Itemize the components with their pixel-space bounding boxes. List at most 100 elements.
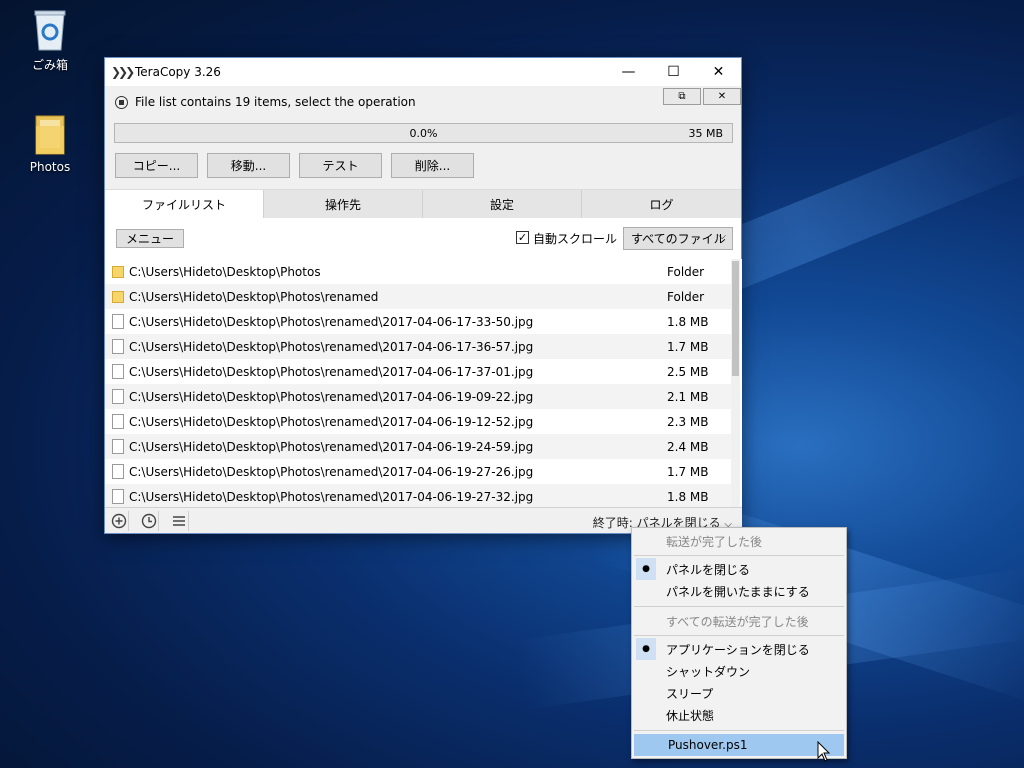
progress-size: 35 MB	[688, 127, 723, 140]
desktop-icon-photos-folder[interactable]: Photos	[12, 112, 88, 174]
folder-icon	[112, 266, 124, 278]
menu-separator	[634, 635, 844, 636]
file-size: 2.5 MB	[667, 364, 709, 379]
status-row: File list contains 19 items, select the …	[105, 86, 741, 118]
tab-log[interactable]: ログ	[582, 190, 741, 218]
folder-icon	[112, 291, 124, 303]
close-button[interactable]: ✕	[696, 58, 741, 86]
file-size: 2.1 MB	[667, 389, 709, 404]
menu-button[interactable]: メニュー	[116, 229, 184, 248]
file-list-row[interactable]: C:\Users\Hideto\Desktop\Photos\renamed\2…	[105, 384, 733, 409]
file-path: C:\Users\Hideto\Desktop\Photos\renamed\2…	[129, 339, 534, 354]
file-path: C:\Users\Hideto\Desktop\Photos\renamed\2…	[129, 314, 534, 329]
file-icon	[112, 414, 124, 429]
file-list-row[interactable]: C:\Users\Hideto\Desktop\Photos Folder	[105, 259, 733, 284]
menu-item-shutdown[interactable]: シャットダウン	[632, 660, 846, 682]
menu-item-hibernate[interactable]: 休止状態	[632, 704, 846, 726]
file-list-row[interactable]: C:\Users\Hideto\Desktop\Photos\renamed\2…	[105, 434, 733, 459]
list-view-icon[interactable]	[169, 511, 189, 531]
file-size: 1.7 MB	[667, 464, 709, 479]
minimize-button[interactable]: —	[606, 58, 651, 86]
radio-bullet-icon: ●	[636, 638, 656, 660]
recycle-bin-icon	[32, 8, 68, 52]
file-icon	[112, 339, 124, 354]
file-list-row[interactable]: C:\Users\Hideto\Desktop\Photos\renamed\2…	[105, 359, 733, 384]
file-path: C:\Users\Hideto\Desktop\Photos	[129, 264, 321, 279]
teracopy-logo-icon: ❯❯❯	[111, 65, 135, 79]
tab-bar: ファイルリスト 操作先 設定 ログ	[105, 190, 741, 218]
file-icon	[112, 364, 124, 379]
close-panel-button[interactable]: ✕	[703, 88, 741, 105]
desktop-icon-recycle-bin[interactable]: ごみ箱	[12, 8, 88, 73]
file-path: C:\Users\Hideto\Desktop\Photos\renamed\2…	[129, 389, 534, 404]
add-files-icon[interactable]	[109, 511, 129, 531]
file-icon	[112, 489, 124, 504]
file-list-row[interactable]: C:\Users\Hideto\Desktop\Photos\renamed Fo…	[105, 284, 733, 309]
file-list-row[interactable]: C:\Users\Hideto\Desktop\Photos\renamed\2…	[105, 409, 733, 434]
file-filter-value: すべてのファイル	[631, 232, 726, 246]
history-clock-icon[interactable]	[139, 511, 159, 531]
autoscroll-label: 自動スクロール	[533, 232, 618, 246]
menu-item-close-application[interactable]: ● アプリケーションを閉じる	[632, 638, 846, 660]
test-button[interactable]: テスト	[299, 153, 382, 178]
title-bar[interactable]: ❯❯❯ TeraCopy 3.26 — ☐ ✕	[105, 58, 741, 86]
menu-item-close-panel[interactable]: ● パネルを閉じる	[632, 558, 846, 580]
menu-item-pushover-script[interactable]: Pushover.ps1	[634, 734, 844, 756]
menu-separator	[634, 730, 844, 731]
chevron-down-icon: ⌵	[718, 231, 726, 242]
file-size: 2.4 MB	[667, 439, 709, 454]
after-completion-menu: 転送が完了した後 ● パネルを閉じる パネルを開いたままにする すべての転送が完…	[631, 527, 847, 759]
file-path: C:\Users\Hideto\Desktop\Photos\renamed\2…	[129, 439, 534, 454]
file-list-row[interactable]: C:\Users\Hideto\Desktop\Photos\renamed\2…	[105, 309, 733, 334]
progress-percent: 0.0%	[409, 127, 438, 140]
file-size: 2.3 MB	[667, 414, 709, 429]
file-icon	[112, 464, 124, 479]
operation-buttons: コピー... 移動... テスト 削除...	[105, 148, 741, 190]
menu-item-label: アプリケーションを閉じる	[666, 642, 810, 657]
tab-destination[interactable]: 操作先	[264, 190, 423, 218]
file-size: Folder	[667, 289, 705, 304]
file-list-row[interactable]: C:\Users\Hideto\Desktop\Photos\renamed\2…	[105, 484, 733, 509]
file-list: C:\Users\Hideto\Desktop\Photos Folder C:\U…	[105, 259, 742, 509]
scrollbar-thumb[interactable]	[732, 261, 739, 376]
radio-bullet-icon: ●	[636, 558, 656, 580]
file-icon	[112, 439, 124, 454]
restore-panel-button[interactable]: ⧉	[663, 88, 701, 105]
file-path: C:\Users\Hideto\Desktop\Photos\renamed\2…	[129, 489, 534, 504]
menu-item-keep-panel-open[interactable]: パネルを開いたままにする	[632, 580, 846, 602]
file-list-row[interactable]: C:\Users\Hideto\Desktop\Photos\renamed\2…	[105, 334, 733, 359]
progress-bar: 0.0% 35 MB	[114, 123, 733, 143]
file-list-scrollbar[interactable]	[731, 259, 740, 509]
file-size: Folder	[667, 264, 705, 279]
file-filter-select[interactable]: すべてのファイル ⌵	[623, 227, 733, 250]
tab-file-list[interactable]: ファイルリスト	[105, 190, 264, 218]
desktop-icon-label: ごみ箱	[31, 58, 68, 72]
menu-item-sleep[interactable]: スリープ	[632, 682, 846, 704]
desktop-icon-label: Photos	[29, 160, 71, 174]
menu-header-after-transfer: 転送が完了した後	[666, 534, 763, 549]
autoscroll-checkbox[interactable]: ✓	[516, 231, 529, 244]
menu-header-after-all-transfers: すべての転送が完了した後	[666, 614, 809, 629]
file-size: 1.8 MB	[667, 489, 709, 504]
file-size: 1.8 MB	[667, 314, 709, 329]
file-path: C:\Users\Hideto\Desktop\Photos\renamed\2…	[129, 414, 534, 429]
file-icon	[112, 314, 124, 329]
file-size: 1.7 MB	[667, 339, 709, 354]
stop-icon[interactable]	[115, 95, 128, 109]
delete-button[interactable]: 削除...	[391, 153, 474, 178]
menu-item-label: パネルを閉じる	[666, 562, 751, 577]
progress-row: 0.0% 35 MB	[105, 118, 741, 148]
teracopy-window: ❯❯❯ TeraCopy 3.26 — ☐ ✕ File list contai…	[104, 57, 742, 534]
maximize-button[interactable]: ☐	[651, 58, 696, 86]
move-button[interactable]: 移動...	[207, 153, 290, 178]
file-path: C:\Users\Hideto\Desktop\Photos\renamed\2…	[129, 364, 534, 379]
window-title: TeraCopy 3.26	[135, 65, 221, 79]
file-path: C:\Users\Hideto\Desktop\Photos\renamed\2…	[129, 464, 534, 479]
list-toolbar: メニュー ✓ 自動スクロール すべてのファイル ⌵	[105, 218, 741, 258]
status-text: File list contains 19 items, select the …	[135, 95, 416, 109]
tab-settings[interactable]: 設定	[423, 190, 582, 218]
file-path: C:\Users\Hideto\Desktop\Photos\renamed	[129, 289, 379, 304]
file-list-row[interactable]: C:\Users\Hideto\Desktop\Photos\renamed\2…	[105, 459, 733, 484]
file-icon	[112, 389, 124, 404]
copy-button[interactable]: コピー...	[115, 153, 198, 178]
